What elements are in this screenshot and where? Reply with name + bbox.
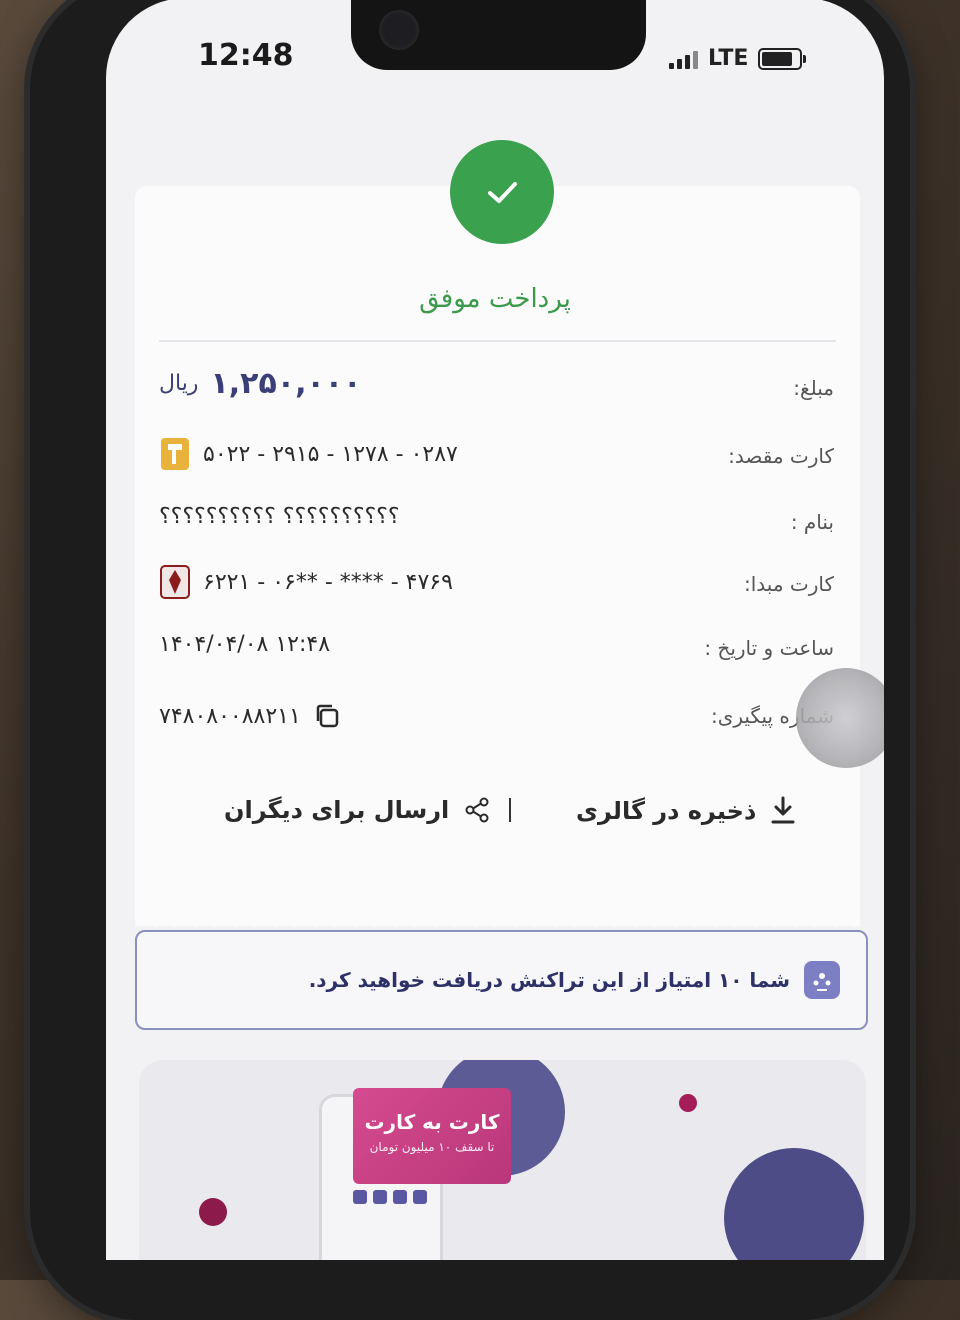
points-badge-icon <box>804 961 840 999</box>
source-card-number: ۶۲۲۱ - ۰۶** - **** - ۴۷۶۹ <box>203 569 453 595</box>
points-notice-text: شما ۱۰ امتیاز از این تراکنش دریافت خواهی… <box>308 968 790 992</box>
banner-title: کارت به کارت <box>364 1110 500 1134</box>
screen: 12:48 LTE پرداخت موفق مبلغ: ریال ۱,۲۵۰,۰… <box>106 0 884 1260</box>
destination-card-label: کارت مقصد: <box>728 444 834 468</box>
signal-icon <box>669 49 698 69</box>
destination-card-number: ۵۰۲۲ - ۲۹۱۵ - ۱۲۷۸ - ۰۲۸۷ <box>203 441 458 467</box>
banner-card: کارت به کارت تا سقف ۱۰ میلیون تومان <box>353 1088 511 1184</box>
download-icon <box>771 796 795 824</box>
phone-frame: 12:48 LTE پرداخت موفق مبلغ: ریال ۱,۲۵۰,۰… <box>30 0 910 1320</box>
destination-card-row: ۵۰۲۲ - ۲۹۱۵ - ۱۲۷۸ - ۰۲۸۷ <box>159 436 458 472</box>
banner-subtitle: تا سقف ۱۰ میلیون تومان <box>369 1140 495 1154</box>
success-title: پرداخت موفق <box>419 284 571 314</box>
amount-label: مبلغ: <box>793 376 834 400</box>
recipient-name: ؟؟؟؟؟؟؟؟؟؟ ؟؟؟؟؟؟؟؟؟؟ <box>159 504 400 529</box>
datetime-label: ساعت و تاریخ : <box>704 636 834 660</box>
battery-icon <box>758 47 807 70</box>
receipt-actions: ذخیره در گالری ارسال برای دیگران <box>106 796 884 836</box>
banner-decoration <box>679 1094 697 1112</box>
amount-unit: ریال <box>159 371 199 396</box>
banner-phone-buttons <box>353 1190 427 1204</box>
source-card-label: کارت مبدا: <box>744 572 834 596</box>
receipt-edge <box>135 908 860 932</box>
share-button[interactable]: ارسال برای دیگران <box>224 796 491 824</box>
tracking-row: ۷۴۸۰۸۰۰۸۸۲۱۱ <box>159 702 341 730</box>
notch <box>351 0 646 70</box>
datetime-value: ۱۴۰۴/۰۴/۰۸ ۱۲:۴۸ <box>159 632 330 657</box>
divider <box>159 340 836 342</box>
actions-separator <box>509 798 511 822</box>
tracking-number: ۷۴۸۰۸۰۰۸۸۲۱۱ <box>159 703 301 729</box>
source-card-row: ۶۲۲۱ - ۰۶** - **** - ۴۷۶۹ <box>159 564 453 600</box>
transaction-datetime: ۱۴۰۴/۰۴/۰۸ ۱۲:۴۸ <box>159 632 331 657</box>
copy-icon[interactable] <box>313 702 341 730</box>
status-time: 12:48 <box>198 38 294 73</box>
save-to-gallery-button[interactable]: ذخیره در گالری <box>576 796 796 826</box>
destination-bank-logo-icon <box>159 436 191 472</box>
name-label: بنام : <box>790 510 834 534</box>
network-label: LTE <box>708 46 749 71</box>
source-bank-logo-icon <box>159 564 191 600</box>
success-check-icon <box>450 140 554 244</box>
amount-number: ۱,۲۵۰,۰۰۰ <box>210 366 362 401</box>
share-label: ارسال برای دیگران <box>224 796 450 824</box>
amount-value: ریال ۱,۲۵۰,۰۰۰ <box>159 366 361 401</box>
status-icons: LTE <box>669 46 807 71</box>
promo-banner[interactable]: کارت به کارت تا سقف ۱۰ میلیون تومان <box>139 1060 866 1260</box>
share-icon <box>465 797 489 823</box>
name-value: ؟؟؟؟؟؟؟؟؟؟ ؟؟؟؟؟؟؟؟؟؟ <box>159 504 400 529</box>
banner-decoration <box>199 1198 227 1226</box>
camera-icon <box>379 10 419 50</box>
points-notice: شما ۱۰ امتیاز از این تراکنش دریافت خواهی… <box>135 930 868 1030</box>
banner-decoration <box>724 1148 864 1260</box>
save-to-gallery-label: ذخیره در گالری <box>576 797 757 825</box>
